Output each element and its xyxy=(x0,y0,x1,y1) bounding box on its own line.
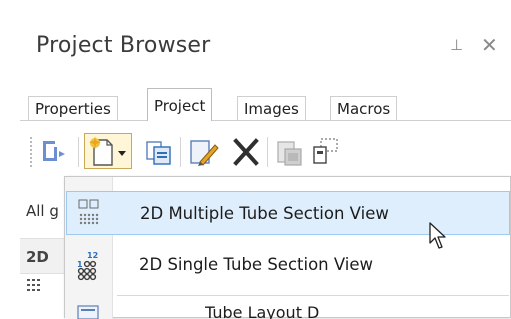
close-icon[interactable]: ✕ xyxy=(481,33,498,57)
tab-images[interactable]: Images xyxy=(237,96,306,121)
connector-button[interactable] xyxy=(40,133,74,169)
delete-icon xyxy=(233,138,259,166)
new-document-icon xyxy=(89,136,126,166)
connector-icon xyxy=(43,141,65,161)
svg-text:12: 12 xyxy=(87,251,98,260)
single-tube-numbered-icon: 12 1 xyxy=(77,251,98,281)
menu-item-label: 2D Multiple Tube Section View xyxy=(140,204,389,223)
tab-project[interactable]: Project xyxy=(147,88,213,121)
toolbar-grip[interactable] xyxy=(30,137,34,167)
tube-layout-icon xyxy=(77,305,99,319)
toolbar-separator xyxy=(78,137,79,167)
multi-tube-grid-icon xyxy=(78,199,99,225)
select-region-button[interactable] xyxy=(309,133,343,169)
mouse-cursor-icon xyxy=(429,222,446,249)
select-region-icon xyxy=(313,138,338,164)
edit-icon xyxy=(190,140,219,166)
copy-button[interactable] xyxy=(142,133,176,169)
menu-separator xyxy=(117,295,509,296)
pin-icon[interactable]: ⊥ xyxy=(450,36,463,54)
paste-button[interactable] xyxy=(273,133,307,169)
tab-macros[interactable]: Macros xyxy=(330,96,398,121)
menu-item-label: 2D Single Tube Section View xyxy=(139,255,374,274)
new-dropdown-button[interactable] xyxy=(84,133,132,169)
grid-small-icon xyxy=(27,279,40,291)
panel-title: Project Browser xyxy=(36,33,211,58)
edit-button[interactable] xyxy=(186,133,220,169)
paste-disabled-icon xyxy=(277,141,302,166)
copy-icon xyxy=(146,141,171,165)
delete-button[interactable] xyxy=(229,133,263,169)
tab-properties[interactable]: Properties xyxy=(28,96,118,121)
menu-item-tube-layout[interactable]: Tube Layout D xyxy=(205,303,319,319)
toolbar-separator xyxy=(267,137,268,167)
panel-titlebar: Project Browser ⊥ ✕ xyxy=(20,0,511,90)
toolbar-separator xyxy=(180,137,181,167)
svg-text:1: 1 xyxy=(77,260,83,269)
